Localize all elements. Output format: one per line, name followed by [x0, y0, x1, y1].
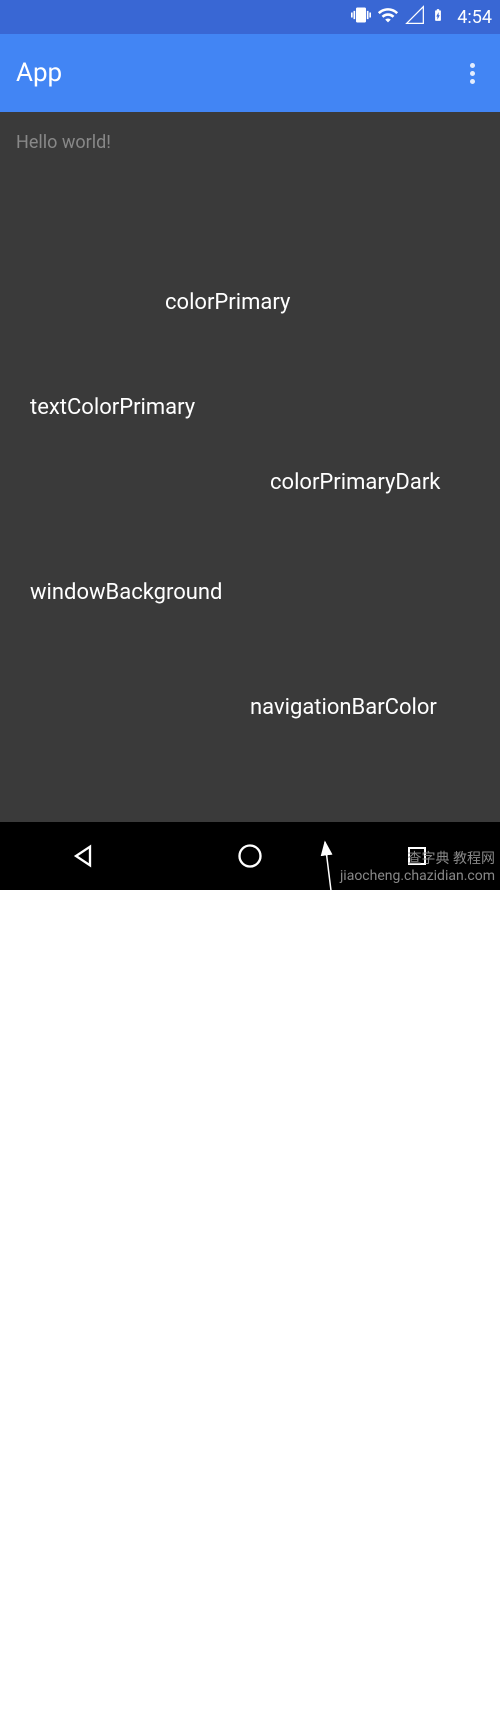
wifi-icon [377, 4, 399, 30]
battery-icon [431, 5, 445, 29]
hello-world-text: Hello world! [16, 132, 484, 153]
watermark-line1: 查字典 [408, 851, 450, 867]
label-text-color-primary: textColorPrimary [30, 395, 195, 420]
clock-time: 4:54 [457, 7, 492, 28]
home-button[interactable] [210, 836, 290, 876]
status-bar: 4:54 [0, 0, 500, 34]
watermark-line2: jiaocheng.chazidian.com [340, 868, 495, 884]
label-color-primary: colorPrimary [165, 290, 290, 315]
app-bar: App [0, 34, 500, 112]
back-button[interactable] [43, 836, 123, 876]
overflow-menu-icon[interactable] [460, 61, 484, 85]
annotation-arrows [0, 822, 500, 1712]
signal-icon [405, 5, 425, 29]
status-icons: 4:54 [351, 4, 492, 30]
label-window-background: windowBackground [30, 580, 222, 605]
vibrate-icon [351, 5, 371, 29]
label-navigation-bar-color: navigationBarColor [250, 695, 437, 720]
phone-screen: 4:54 App Hello world! [0, 0, 500, 890]
app-title: App [16, 58, 62, 88]
watermark: 查字典 教程网 jiaocheng.chazidian.com [340, 851, 495, 885]
label-color-primary-dark: colorPrimaryDark [270, 470, 440, 495]
